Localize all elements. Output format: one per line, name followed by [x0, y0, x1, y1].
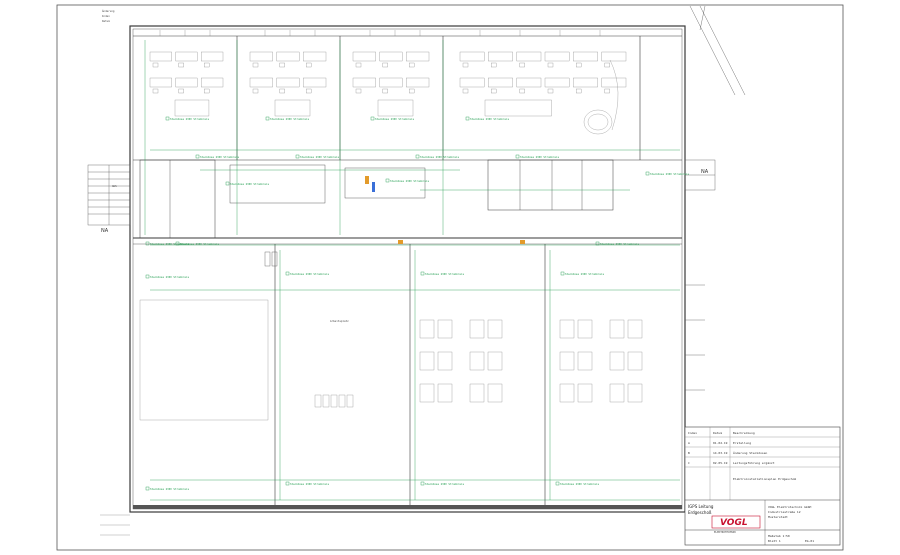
plan-name: Elektroinstallationsplan Erdgeschoß — [733, 477, 796, 481]
circuit-tag: Steckdose 230V Stromkreis — [270, 117, 309, 121]
footer-sheet: Blatt 1 — [768, 539, 781, 543]
title-row-index: C — [688, 461, 690, 465]
circuit-tag: Steckdose 230V Stromkreis — [390, 179, 429, 183]
circuit-tag: Steckdose 230V Stromkreis — [470, 117, 509, 121]
area-label-right: NA — [701, 169, 709, 175]
title-row-index: Index — [688, 431, 697, 435]
circuit-tag: Steckdose 230V Stromkreis — [565, 272, 604, 276]
floor-plan-drawing: Änderung Index Datum NA AUS NA Steckdose… — [56, 4, 844, 551]
stair-label: AUS — [112, 184, 117, 188]
footer-number: EG-01 — [805, 539, 814, 543]
circuit-tag: Steckdose 230V Stromkreis — [150, 487, 189, 491]
circuit-tag: Steckdose 230V Stromkreis — [150, 275, 189, 279]
address-line: Industriestraße 12 — [768, 510, 801, 514]
footer-scale: Maßstab 1:50 — [768, 534, 790, 538]
circuit-tag: Steckdose 230V Stromkreis — [600, 242, 639, 246]
circuit-tag: Steckdose 230V Stromkreis — [425, 482, 464, 486]
circuit-tag: Steckdose 230V Stromkreis — [375, 117, 414, 121]
title-row-date: 14.03.19 — [713, 451, 728, 455]
title-block: Index Datum Beschreibung A 01.02.19 Erst… — [684, 426, 841, 546]
circuit-tag: Steckdose 230V Stromkreis — [560, 482, 599, 486]
circuit-tag: Steckdose 230V Stromkreis — [290, 482, 329, 486]
circuit-tag: Steckdose 230V Stromkreis — [170, 117, 209, 121]
area-label-left: NA — [101, 228, 109, 234]
logo-subtitle: ELEKTROTECHNIK — [714, 530, 736, 534]
title-row-desc: Erstellung — [733, 441, 751, 445]
circuit-tag: Steckdose 230V Stromkreis — [180, 242, 219, 246]
title-row-desc: Änderung Steckdosen — [733, 450, 768, 455]
circuit-tag: Steckdose 230V Stromkreis — [290, 272, 329, 276]
title-row-desc: Leitungsführung ergänzt — [733, 461, 775, 465]
revision-note: Index — [102, 14, 110, 18]
room-annotation: Arbeitsplatz — [330, 319, 349, 323]
project-line: IGPS Leitung — [688, 504, 714, 509]
circuit-tag: Steckdose 230V Stromkreis — [650, 172, 689, 176]
circuit-tag: Steckdose 230V Stromkreis — [425, 272, 464, 276]
title-row-date: 02.05.19 — [713, 461, 728, 465]
logo-text: VOGL — [720, 518, 748, 528]
company-line: VOGL Elektrotechnik GmbH — [768, 505, 812, 509]
title-row-date: 01.02.19 — [713, 441, 728, 445]
project-line: Erdgeschoß — [688, 510, 712, 515]
title-row-index: A — [688, 441, 690, 445]
address-line: Musterstadt — [768, 515, 788, 519]
circuit-tag: Steckdose 230V Stromkreis — [520, 155, 559, 159]
revision-note: Datum — [102, 19, 110, 23]
title-row-date: Datum — [713, 431, 722, 435]
title-row-desc: Beschreibung — [733, 431, 755, 435]
circuit-tag: Steckdose 230V Stromkreis — [300, 155, 339, 159]
circuit-tag: Steckdose 230V Stromkreis — [420, 155, 459, 159]
circuit-tag: Steckdose 230V Stromkreis — [230, 182, 269, 186]
title-row-index: B — [688, 451, 690, 455]
circuit-tag: Steckdose 230V Stromkreis — [200, 155, 239, 159]
